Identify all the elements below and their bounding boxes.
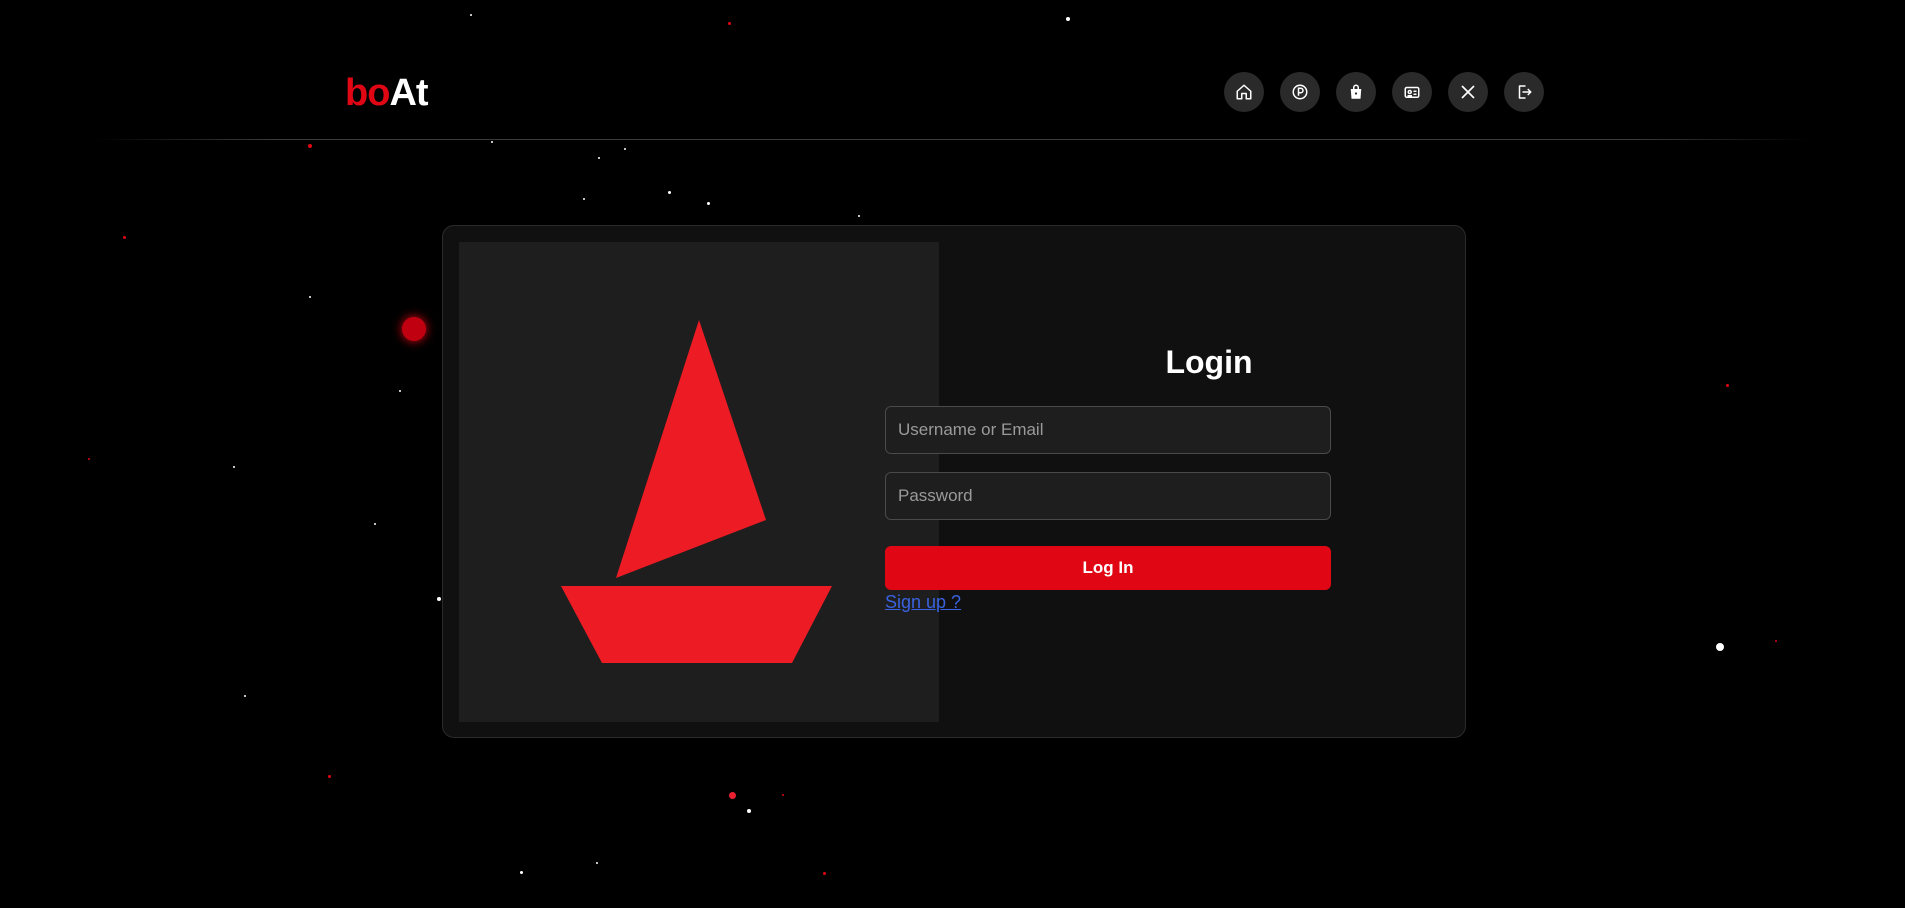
star	[1726, 384, 1729, 387]
star	[470, 14, 472, 16]
star	[1066, 17, 1070, 21]
star	[668, 191, 671, 194]
login-title: Login	[1165, 344, 1253, 380]
star	[309, 296, 311, 298]
star	[233, 466, 235, 468]
star	[1775, 640, 1777, 642]
x-logo-icon	[1461, 85, 1475, 99]
brand-logo[interactable]: boAt	[345, 70, 429, 116]
parking-button[interactable]	[1280, 72, 1320, 112]
home-button[interactable]	[1224, 72, 1264, 112]
star	[402, 317, 426, 341]
star	[782, 794, 784, 796]
x-button[interactable]	[1448, 72, 1488, 112]
star	[123, 236, 126, 239]
logout-button[interactable]	[1504, 72, 1544, 112]
brand-logo-part-2: At	[389, 72, 428, 114]
shop-button[interactable]	[1336, 72, 1376, 112]
star	[88, 458, 90, 460]
star	[374, 523, 376, 525]
star	[491, 141, 493, 143]
star	[244, 695, 246, 697]
star	[747, 809, 751, 813]
star	[308, 144, 312, 148]
home-icon	[1236, 84, 1252, 100]
password-field[interactable]	[885, 472, 1331, 520]
star	[1716, 643, 1724, 651]
star	[707, 202, 710, 205]
star	[583, 198, 585, 200]
star	[520, 871, 523, 874]
star	[399, 390, 401, 392]
brand-logo-part-1: bo	[345, 72, 390, 114]
parking-icon	[1292, 84, 1308, 100]
username-field[interactable]	[885, 406, 1331, 454]
shopping-bag-icon	[1350, 84, 1362, 99]
star	[598, 157, 600, 159]
star	[823, 872, 826, 875]
star	[728, 22, 731, 25]
star	[328, 775, 331, 778]
login-card: Login Log In Sign up ?	[442, 225, 1466, 738]
signup-link[interactable]: Sign up ?	[885, 592, 961, 613]
star	[437, 597, 441, 601]
star	[596, 862, 598, 864]
header-divider	[95, 139, 1810, 140]
login-button[interactable]: Log In	[885, 546, 1331, 590]
login-form: Login Log In Sign up ?	[443, 226, 1465, 737]
star	[624, 148, 626, 150]
star	[858, 215, 860, 217]
profile-button[interactable]	[1392, 72, 1432, 112]
top-nav	[1224, 72, 1544, 112]
id-card-icon	[1404, 86, 1420, 98]
star	[729, 792, 736, 799]
logout-icon	[1518, 85, 1532, 99]
